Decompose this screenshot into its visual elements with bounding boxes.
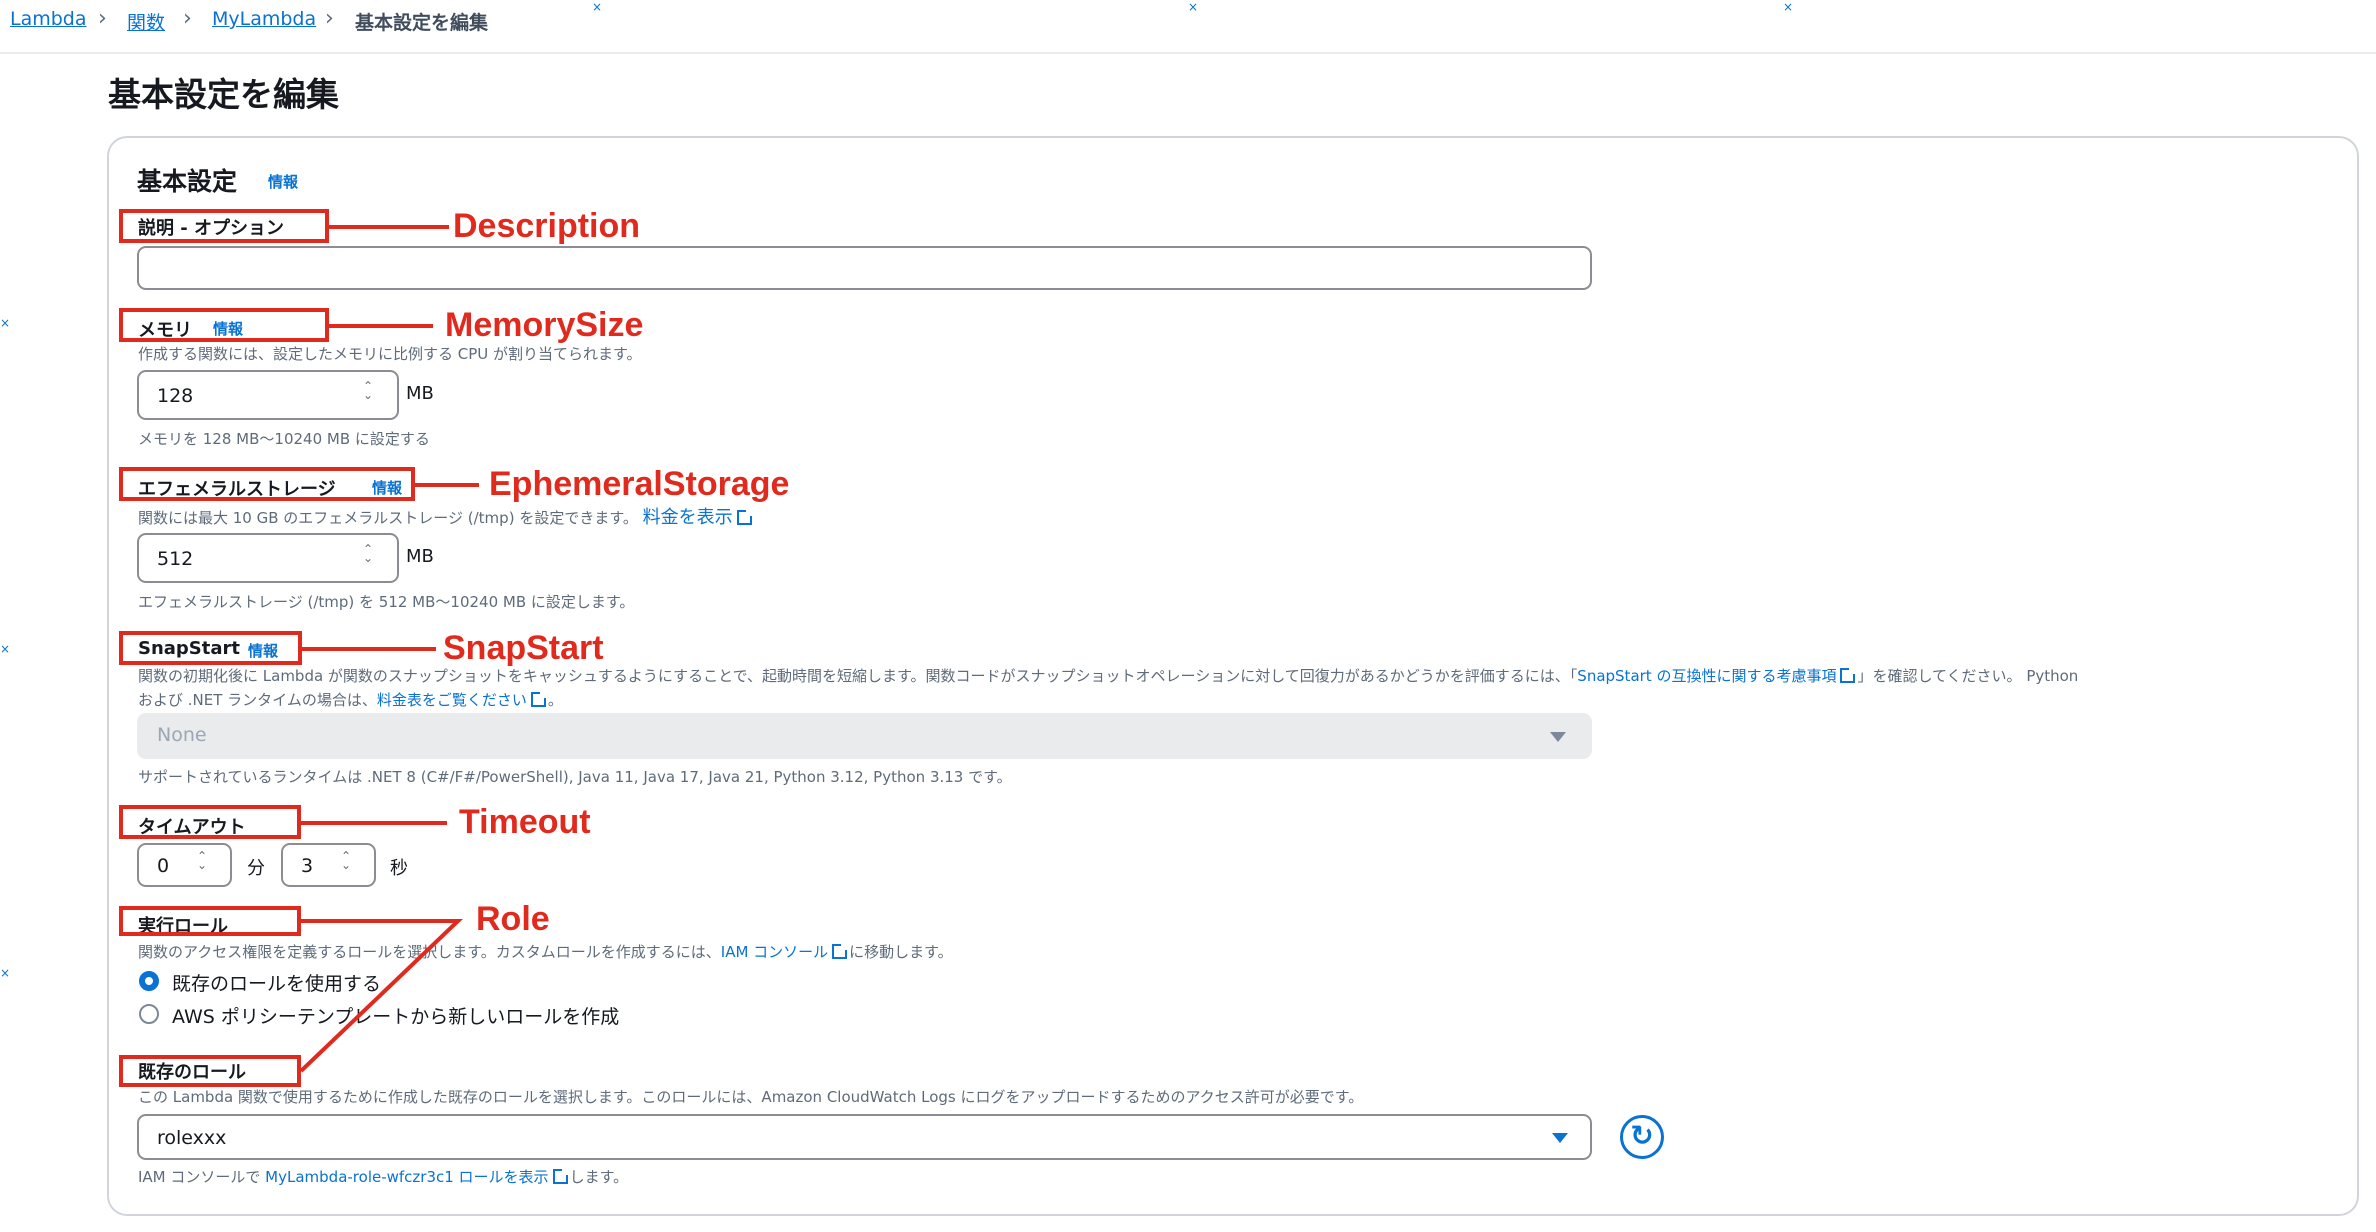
annotation-role: Role bbox=[476, 900, 550, 938]
annotation-role-line bbox=[299, 919, 463, 1073]
annotation-role-connector bbox=[299, 919, 463, 1073]
